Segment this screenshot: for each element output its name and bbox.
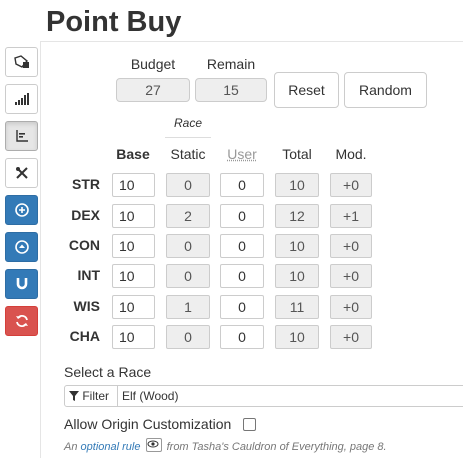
plus-circle-icon [14, 203, 29, 217]
tools-button[interactable] [5, 158, 38, 188]
stat-label: DEX [71, 207, 100, 223]
up-circle-icon [14, 240, 29, 254]
optional-rule-link[interactable]: optional rule [81, 441, 141, 453]
race-group-header: Race [173, 116, 202, 130]
stat-label: CON [68, 237, 100, 253]
filter-label: Filter [82, 389, 110, 403]
col-base: Base [116, 146, 150, 162]
dice-tag-button[interactable] [5, 47, 38, 77]
static-value: 1 [166, 295, 210, 319]
tools-icon [15, 167, 28, 179]
base-input[interactable]: 10 [112, 325, 155, 349]
origin-customization-label: Allow Origin Customization [64, 416, 232, 432]
dice-tag-icon [13, 55, 29, 68]
filter-icon [69, 391, 79, 401]
total-value: 10 [275, 234, 319, 258]
reset-red-button[interactable] [5, 306, 38, 336]
total-value: 11 [275, 295, 319, 319]
eye-icon[interactable] [145, 438, 162, 452]
static-value: 0 [166, 264, 210, 288]
base-input[interactable]: 10 [112, 204, 155, 228]
static-value: 2 [166, 204, 210, 228]
total-value: 10 [275, 264, 319, 288]
magnet-button[interactable] [5, 269, 38, 299]
total-value: 10 [275, 325, 319, 349]
col-mod: Mod. [335, 146, 367, 162]
user-input[interactable]: 0 [220, 295, 264, 319]
refresh-icon [15, 315, 28, 327]
select-race-label: Select a Race [64, 364, 152, 380]
stat-label: INT [77, 267, 100, 283]
page-title: Point Buy [46, 6, 182, 38]
user-input[interactable]: 0 [220, 234, 264, 258]
chart-button[interactable] [5, 121, 38, 151]
random-button[interactable]: Random [344, 72, 427, 108]
col-static: Static [170, 146, 206, 162]
note-suffix: from Tasha's Cauldron of Everything, pag… [166, 441, 387, 453]
chart-icon [15, 130, 28, 142]
note-prefix: An [64, 441, 78, 453]
col-total: Total [282, 146, 312, 162]
origin-note: An optional rule from Tasha's Cauldron o… [64, 438, 387, 453]
col-user[interactable]: User [220, 146, 264, 162]
reset-button[interactable]: Reset [274, 72, 339, 108]
user-input[interactable]: 0 [220, 204, 264, 228]
magnet-icon [16, 278, 27, 290]
total-value: 10 [275, 173, 319, 197]
remain-value: 15 [195, 78, 267, 102]
stat-label: CHA [69, 328, 100, 344]
static-value: 0 [166, 234, 210, 258]
mod-value: +0 [330, 173, 372, 197]
base-input[interactable]: 10 [112, 173, 155, 197]
mod-value: +0 [330, 295, 372, 319]
user-input[interactable]: 0 [220, 264, 264, 288]
stat-label: WIS [73, 298, 100, 314]
base-input[interactable]: 10 [112, 264, 155, 288]
origin-customization-checkbox[interactable] [243, 418, 256, 431]
budget-value: 27 [116, 78, 190, 102]
static-value: 0 [166, 173, 210, 197]
header-divider [40, 41, 463, 42]
mod-value: +0 [330, 264, 372, 288]
base-input[interactable]: 10 [112, 295, 155, 319]
add-button[interactable] [5, 195, 38, 225]
race-group-underline [165, 137, 211, 138]
mod-value: +0 [330, 325, 372, 349]
base-input[interactable]: 10 [112, 234, 155, 258]
mod-value: +1 [330, 204, 372, 228]
remain-label: Remain [206, 56, 256, 72]
total-value: 12 [275, 204, 319, 228]
signal-bars-button[interactable] [5, 84, 38, 114]
static-value: 0 [166, 325, 210, 349]
upload-button[interactable] [5, 232, 38, 262]
stat-label: STR [72, 176, 100, 192]
signal-bars-icon [14, 93, 29, 105]
filter-button[interactable]: Filter [64, 385, 118, 407]
budget-label: Budget [130, 56, 176, 72]
user-input[interactable]: 0 [220, 173, 264, 197]
mod-value: +0 [330, 234, 372, 258]
race-search-input[interactable]: Elf (Wood) [117, 385, 463, 407]
sidebar-divider [40, 41, 41, 458]
user-input[interactable]: 0 [220, 325, 264, 349]
